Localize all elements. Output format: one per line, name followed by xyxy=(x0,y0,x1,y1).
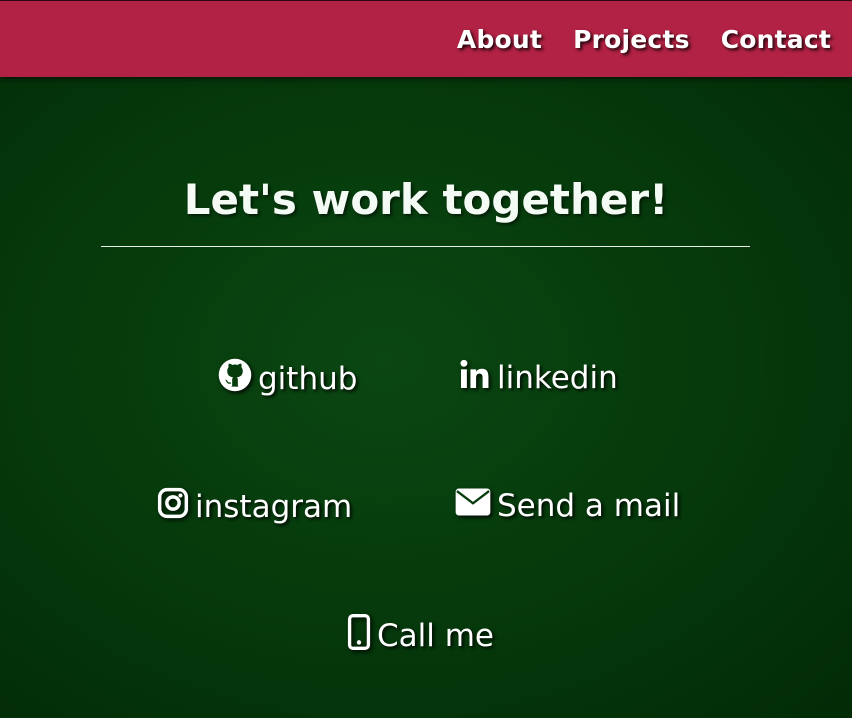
instagram-link[interactable]: instagram xyxy=(157,487,352,527)
github-icon xyxy=(218,358,252,400)
nav-link-about[interactable]: About xyxy=(457,25,542,54)
instagram-icon xyxy=(157,487,189,527)
heading-divider xyxy=(101,246,750,247)
envelope-icon xyxy=(455,487,491,525)
top-navbar: About Projects Contact xyxy=(0,0,852,77)
mobile-phone-icon xyxy=(347,614,371,658)
send-mail-label: Send a mail xyxy=(497,488,681,524)
call-me-label: Call me xyxy=(377,618,494,654)
linkedin-link[interactable]: linkedin xyxy=(459,358,618,398)
send-mail-link[interactable]: Send a mail xyxy=(455,487,680,525)
nav-link-contact[interactable]: Contact xyxy=(721,25,831,54)
call-me-link[interactable]: Call me xyxy=(347,614,494,658)
instagram-label: instagram xyxy=(195,489,353,525)
section-heading: Let's work together! xyxy=(183,175,669,224)
github-label: github xyxy=(258,361,358,397)
nav-link-projects[interactable]: Projects xyxy=(573,25,690,54)
linkedin-label: linkedin xyxy=(497,360,618,396)
linkedin-icon xyxy=(459,358,491,398)
github-link[interactable]: github xyxy=(218,358,357,400)
